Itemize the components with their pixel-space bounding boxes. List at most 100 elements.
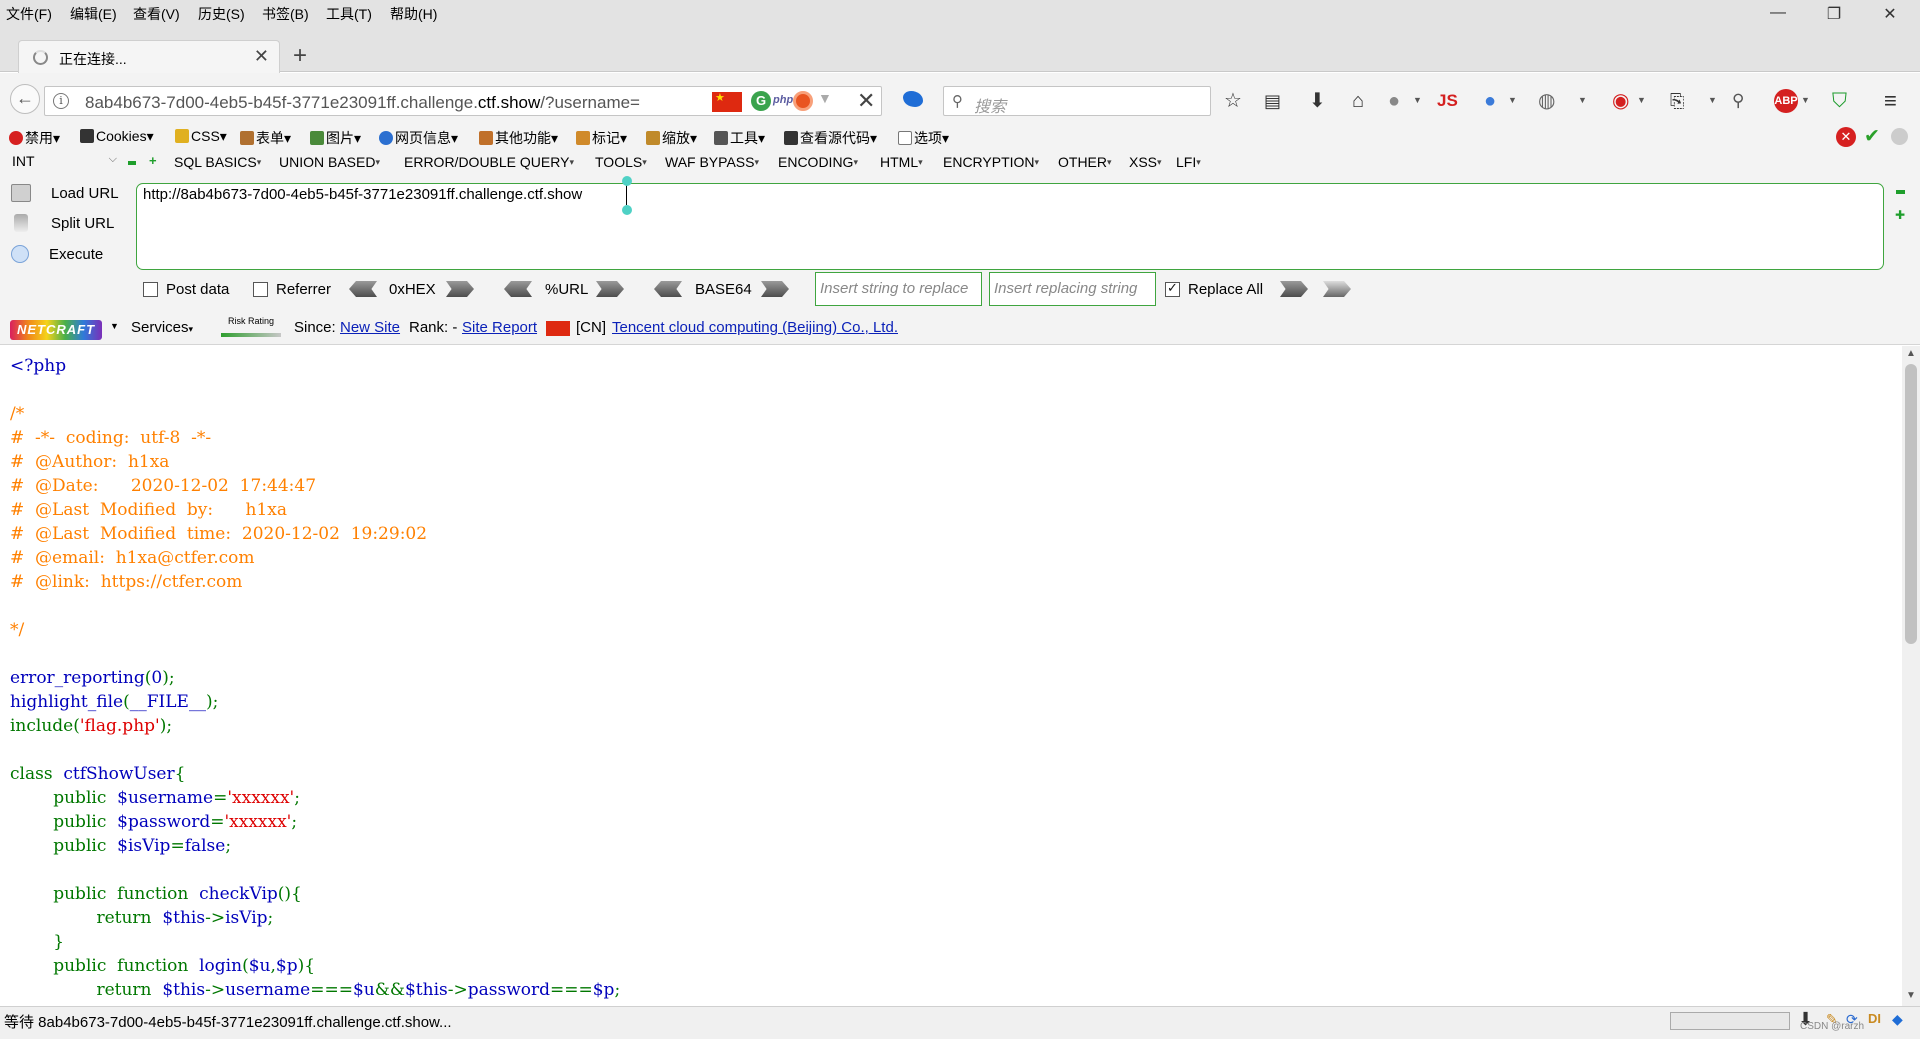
scroll-down-icon[interactable]: ▼ — [1906, 990, 1916, 1001]
check-icon[interactable]: ✔ — [1864, 125, 1880, 148]
cn-item-tools[interactable]: 工具▾ — [714, 128, 765, 148]
plus-icon[interactable]: + — [149, 153, 157, 168]
textarea-grow-icon[interactable]: ✚ — [1895, 208, 1905, 222]
grey-circle-icon[interactable] — [1891, 128, 1908, 145]
scroll-up-icon[interactable]: ▲ — [1906, 348, 1916, 359]
selection-handle-top[interactable] — [622, 176, 632, 186]
cn-item-resize[interactable]: 缩放▾ — [646, 128, 697, 148]
chrome-dropdown-icon[interactable]: ▼ — [1508, 95, 1517, 105]
menu-other[interactable]: OTHER▾ — [1058, 154, 1112, 170]
bird-status-icon[interactable]: ◆ — [1892, 1011, 1903, 1028]
site-report-link[interactable]: Site Report — [462, 319, 537, 336]
palette-dropdown-icon[interactable]: ▼ — [1578, 95, 1587, 105]
globe-dropdown-icon[interactable]: ▼ — [1413, 95, 1422, 105]
bookmark-star-icon[interactable]: ☆ — [1224, 88, 1242, 114]
referrer-checkbox[interactable] — [253, 282, 268, 297]
menu-bookmarks[interactable]: 书签(B) — [262, 4, 309, 24]
menu-lfi[interactable]: LFI▾ — [1176, 154, 1201, 170]
bird-icon[interactable] — [903, 91, 923, 107]
url-bar[interactable]: i 8ab4b673-7d00-4eb5-b45f-3771e23091ff.c… — [44, 86, 882, 116]
info-icon[interactable]: i — [53, 93, 69, 109]
cn-item-outline[interactable]: 标记▾ — [576, 128, 627, 148]
back-button[interactable]: ← — [10, 84, 40, 114]
js-icon[interactable]: JS — [1437, 88, 1458, 114]
menu-tools[interactable]: TOOLS▾ — [595, 154, 647, 170]
adblock-icon[interactable]: ABP — [1774, 89, 1798, 113]
menu-file[interactable]: 文件(F) — [6, 4, 52, 24]
close-window-button[interactable]: ✕ — [1876, 4, 1904, 26]
download-icon[interactable]: ⬇ — [1309, 88, 1326, 114]
menu-waf-bypass[interactable]: WAF BYPASS▾ — [665, 154, 759, 170]
menu-history[interactable]: 历史(S) — [198, 4, 245, 24]
risk-rating[interactable]: Risk Rating — [219, 316, 283, 340]
url-text[interactable]: 8ab4b673-7d00-4eb5-b45f-3771e23091ff.cha… — [85, 93, 705, 113]
hamburger-menu-icon[interactable]: ≡ — [1884, 88, 1897, 114]
globe-icon[interactable]: ● — [1388, 88, 1400, 114]
tab-close-icon[interactable]: ✕ — [254, 46, 269, 67]
netcraft-dropdown-icon[interactable]: ▼ — [110, 321, 119, 331]
tab-active[interactable]: 正在连接... ✕ — [18, 40, 280, 73]
new-tab-button[interactable]: + — [293, 42, 307, 70]
adblock-dropdown-icon[interactable]: ▼ — [1801, 95, 1810, 105]
minus-icon[interactable] — [128, 161, 136, 165]
red-target-icon[interactable]: ◉ — [1612, 88, 1629, 114]
reading-list-icon[interactable]: ▤ — [1264, 88, 1281, 114]
hosting-link[interactable]: Tencent cloud computing (Beijing) Co., L… — [612, 319, 898, 336]
cn-item-view-source[interactable]: 查看源代码▾ — [784, 128, 877, 148]
cn-item-misc[interactable]: 其他功能▾ — [479, 128, 558, 148]
palette-icon[interactable]: ◍ — [1538, 88, 1555, 114]
menu-html[interactable]: HTML▾ — [880, 154, 923, 170]
cn-item-css[interactable]: CSS▾ — [175, 128, 227, 145]
minimize-button[interactable]: — — [1764, 4, 1792, 26]
menu-xss[interactable]: XSS▾ — [1129, 154, 1162, 170]
cn-item-options[interactable]: 选项▾ — [898, 128, 949, 148]
search-input[interactable]: 搜索 — [974, 93, 1006, 117]
execute-button[interactable]: Execute — [11, 245, 103, 263]
chrome-globe-icon[interactable]: ● — [1484, 88, 1496, 114]
menu-sql-basics[interactable]: SQL BASICS▾ — [174, 154, 261, 170]
cn-item-info[interactable]: 网页信息▾ — [379, 128, 458, 148]
int-select[interactable]: INT ⌵ — [12, 153, 117, 169]
zoom-icon[interactable]: ⚲ — [1732, 88, 1744, 114]
ubuntu-icon[interactable] — [793, 91, 813, 111]
since-link[interactable]: New Site — [340, 319, 400, 336]
menu-tools[interactable]: 工具(T) — [326, 4, 372, 24]
china-flag-icon[interactable] — [712, 91, 742, 112]
restore-button[interactable]: ❐ — [1820, 4, 1848, 26]
selection-handle-bottom[interactable] — [622, 205, 632, 215]
load-url-button[interactable]: Load URL — [11, 184, 119, 202]
dl-status-icon[interactable]: DI — [1868, 1011, 1881, 1026]
cn-item-forms[interactable]: 表单▾ — [240, 128, 291, 148]
home-icon[interactable]: ⌂ — [1352, 88, 1364, 114]
insert-string-input[interactable]: Insert string to replace — [815, 272, 982, 306]
error-icon[interactable]: ✕ — [1836, 127, 1856, 147]
url-dropdown-icon[interactable]: ▼ — [818, 90, 832, 106]
cn-item-cookies[interactable]: Cookies▾ — [80, 128, 154, 145]
stop-button[interactable]: ✕ — [857, 88, 875, 114]
services-menu[interactable]: Services▾ — [131, 319, 193, 336]
hackbar-url-textarea[interactable]: http://8ab4b673-7d00-4eb5-b45f-3771e2309… — [136, 183, 1884, 270]
scrollbar-thumb[interactable] — [1905, 364, 1917, 644]
menu-error-double-query[interactable]: ERROR/DOUBLE QUERY▾ — [404, 154, 574, 170]
vertical-scrollbar[interactable]: ▲ ▼ — [1902, 346, 1920, 1006]
menu-encryption[interactable]: ENCRYPTION▾ — [943, 154, 1039, 170]
menu-edit[interactable]: 编辑(E) — [70, 4, 117, 24]
post-data-checkbox[interactable] — [143, 282, 158, 297]
php-source-code: <?php /* # -*- coding: utf-8 -*- # @Auth… — [10, 354, 620, 1002]
shield-icon[interactable]: ⛉ — [1832, 88, 1847, 114]
split-url-button[interactable]: Split URL — [11, 214, 114, 232]
menu-view[interactable]: 查看(V) — [133, 4, 180, 24]
netcraft-logo[interactable]: NETCRAFT — [10, 320, 102, 340]
menu-encoding[interactable]: ENCODING▾ — [778, 154, 858, 170]
cn-item-images[interactable]: 图片▾ — [310, 128, 361, 148]
textarea-shrink-icon[interactable] — [1896, 190, 1905, 194]
menu-help[interactable]: 帮助(H) — [390, 4, 437, 24]
share-dropdown-icon[interactable]: ▼ — [1708, 95, 1717, 105]
search-bar[interactable]: ⚲ 搜索 — [943, 86, 1211, 116]
cn-item-disable[interactable]: 禁用▾ — [9, 128, 60, 148]
menu-union-based[interactable]: UNION BASED▾ — [279, 154, 380, 170]
replacing-string-input[interactable]: Insert replacing string — [989, 272, 1156, 306]
share-icon[interactable]: ⎘ — [1670, 88, 1684, 114]
replace-all-checkbox[interactable] — [1165, 280, 1180, 297]
target-dropdown-icon[interactable]: ▼ — [1637, 95, 1646, 105]
